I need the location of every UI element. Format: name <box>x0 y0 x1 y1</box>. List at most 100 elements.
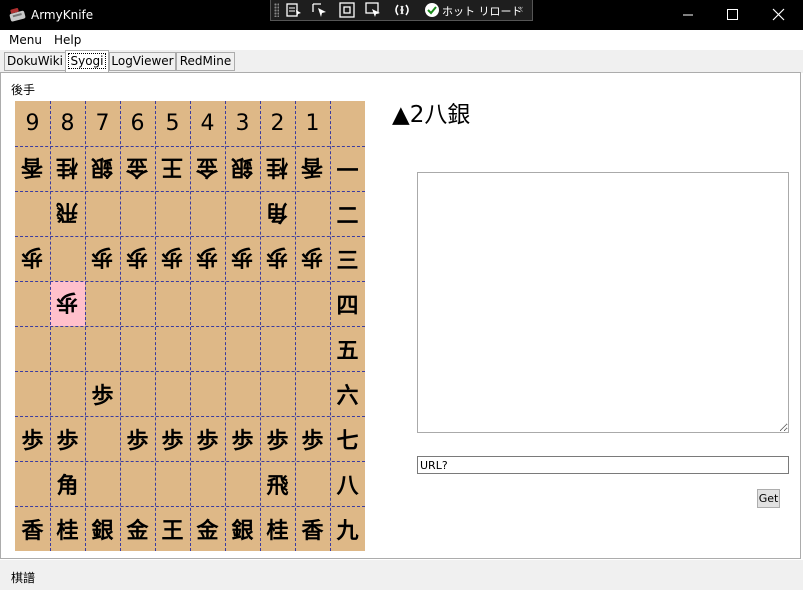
board-square[interactable]: 桂 <box>50 506 85 551</box>
board-square[interactable]: 歩 <box>295 416 330 461</box>
maximize-button[interactable] <box>710 0 756 30</box>
board-square[interactable]: 歩 <box>15 416 50 461</box>
board-square[interactable] <box>260 326 295 371</box>
hot-reload-icon[interactable] <box>425 3 439 17</box>
menu-help[interactable]: Help <box>54 33 81 47</box>
board-square[interactable] <box>155 371 190 416</box>
board-square[interactable]: 歩 <box>190 236 225 281</box>
board-square[interactable] <box>190 371 225 416</box>
board-square[interactable]: 歩 <box>295 236 330 281</box>
board-square[interactable] <box>190 281 225 326</box>
board-square[interactable]: 歩 <box>190 416 225 461</box>
board-square[interactable]: 歩 <box>155 416 190 461</box>
board-square[interactable]: 歩 <box>120 236 155 281</box>
track-focused-element-icon[interactable] <box>364 2 382 18</box>
tab-logviewer[interactable]: LogViewer <box>109 52 176 71</box>
board-square[interactable]: 飛 <box>50 191 85 236</box>
board-square[interactable] <box>225 326 260 371</box>
collapse-toolbar-icon[interactable]: ‹ <box>519 2 524 16</box>
board-square[interactable] <box>15 461 50 506</box>
tab-redmine[interactable]: RedMine <box>176 52 235 71</box>
board-square[interactable]: 銀 <box>85 146 120 191</box>
board-square[interactable] <box>50 236 85 281</box>
board-square[interactable]: 王 <box>155 506 190 551</box>
board-square[interactable]: 歩 <box>50 281 85 326</box>
board-square[interactable] <box>120 371 155 416</box>
select-element-icon[interactable] <box>311 2 329 18</box>
board-square[interactable] <box>50 371 85 416</box>
board-square[interactable] <box>225 371 260 416</box>
live-visual-tree-icon[interactable] <box>285 2 303 18</box>
board-square[interactable]: 歩 <box>260 236 295 281</box>
board-square[interactable]: 歩 <box>225 236 260 281</box>
board-square[interactable] <box>295 371 330 416</box>
board-square[interactable] <box>190 326 225 371</box>
board-square[interactable] <box>50 326 85 371</box>
board-square[interactable]: 歩 <box>225 416 260 461</box>
board-square[interactable]: 歩 <box>85 371 120 416</box>
board-square[interactable] <box>85 416 120 461</box>
board-square[interactable] <box>295 281 330 326</box>
board-square[interactable]: 王 <box>155 146 190 191</box>
board-square[interactable] <box>15 191 50 236</box>
board-square[interactable]: 歩 <box>120 416 155 461</box>
board-square[interactable]: 金 <box>190 506 225 551</box>
minimize-button[interactable] <box>665 0 711 30</box>
board-square[interactable]: 桂 <box>50 146 85 191</box>
board-square[interactable] <box>120 461 155 506</box>
board-square[interactable]: 歩 <box>50 416 85 461</box>
get-button[interactable]: Get <box>757 489 780 508</box>
board-square[interactable] <box>155 461 190 506</box>
board-square[interactable]: 歩 <box>260 416 295 461</box>
board-square[interactable] <box>225 281 260 326</box>
board-square[interactable]: 金 <box>120 146 155 191</box>
board-square[interactable] <box>260 281 295 326</box>
tab-dokuwiki[interactable]: DokuWiki <box>4 52 66 71</box>
board-square[interactable]: 銀 <box>225 506 260 551</box>
board-square[interactable] <box>295 461 330 506</box>
binding-failures-icon[interactable] <box>393 2 411 18</box>
board-square[interactable]: 歩 <box>85 236 120 281</box>
board-square[interactable] <box>120 191 155 236</box>
board-square[interactable] <box>85 191 120 236</box>
board-square[interactable] <box>85 461 120 506</box>
board-square[interactable] <box>295 326 330 371</box>
board-square[interactable] <box>120 326 155 371</box>
board-square[interactable] <box>225 191 260 236</box>
toolbar-grip[interactable] <box>274 3 279 17</box>
board-square[interactable] <box>155 326 190 371</box>
board-square[interactable] <box>120 281 155 326</box>
board-square[interactable]: 香 <box>15 146 50 191</box>
board-square[interactable]: 桂 <box>260 146 295 191</box>
board-square[interactable] <box>260 371 295 416</box>
tab-syogi[interactable]: Syogi <box>65 50 109 73</box>
board-square[interactable]: 銀 <box>85 506 120 551</box>
board-square[interactable]: 香 <box>295 506 330 551</box>
board-square[interactable]: 歩 <box>15 236 50 281</box>
board-square[interactable] <box>295 191 330 236</box>
board-square[interactable]: 銀 <box>225 146 260 191</box>
board-square[interactable]: 歩 <box>155 236 190 281</box>
kifu-textarea[interactable] <box>417 172 789 433</box>
board-square[interactable]: 香 <box>295 146 330 191</box>
board-square[interactable] <box>155 191 190 236</box>
board-square[interactable]: 角 <box>50 461 85 506</box>
board-square[interactable]: 金 <box>190 146 225 191</box>
display-layout-adorners-icon[interactable] <box>338 2 356 18</box>
board-square[interactable] <box>85 326 120 371</box>
shogi-board[interactable]: 987654321一二三四五六七八九香桂銀金王金銀桂香飛角歩歩歩歩歩歩歩歩歩歩歩… <box>15 101 365 551</box>
board-square[interactable] <box>225 461 260 506</box>
close-button[interactable] <box>756 0 802 30</box>
url-input[interactable] <box>417 456 789 474</box>
board-square[interactable] <box>155 281 190 326</box>
board-square[interactable] <box>15 371 50 416</box>
hot-reload-label[interactable]: ホット リロード <box>442 3 523 19</box>
board-square[interactable]: 香 <box>15 506 50 551</box>
board-square[interactable] <box>190 191 225 236</box>
board-square[interactable]: 桂 <box>260 506 295 551</box>
board-square[interactable] <box>190 461 225 506</box>
board-square[interactable] <box>15 326 50 371</box>
menu-menu[interactable]: Menu <box>9 33 42 47</box>
board-square[interactable]: 角 <box>260 191 295 236</box>
board-square[interactable]: 飛 <box>260 461 295 506</box>
